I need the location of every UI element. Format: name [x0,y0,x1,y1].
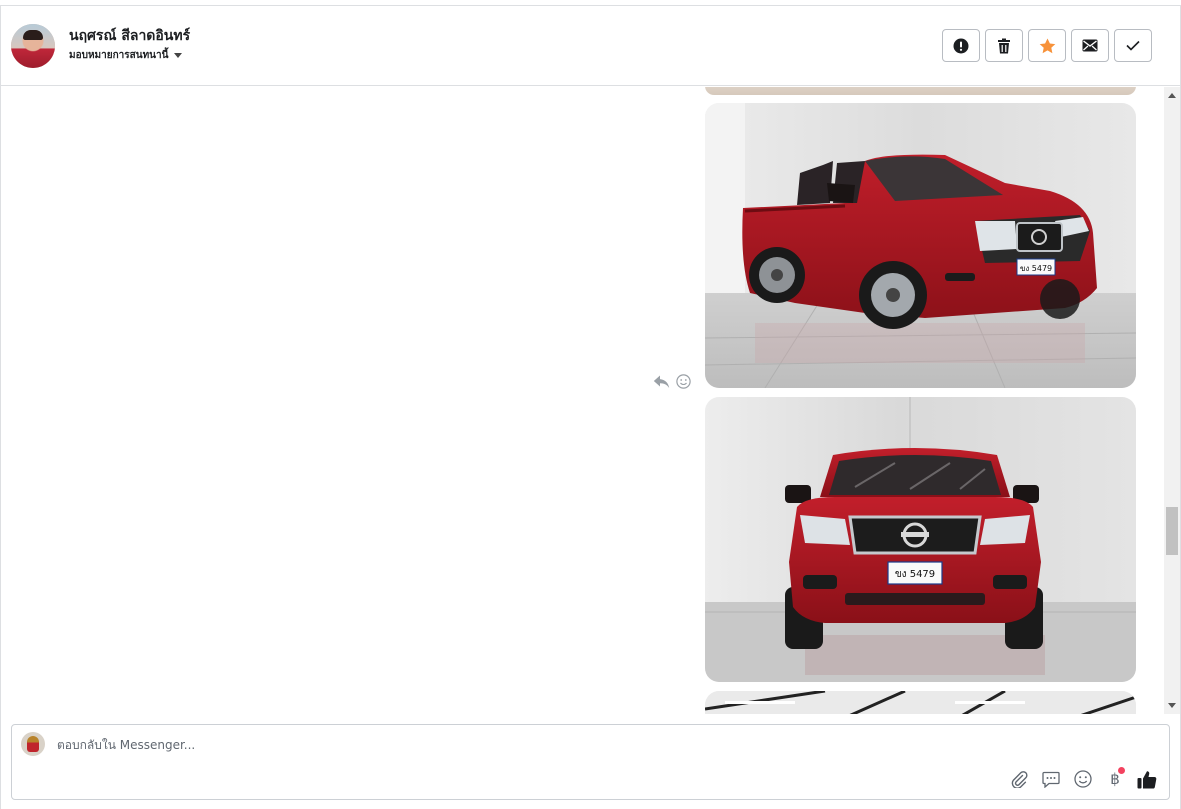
mark-unread-button[interactable] [1071,29,1109,62]
message-image-partial[interactable] [705,87,1136,95]
attach-button[interactable] [1008,768,1030,790]
assign-label: มอบหมายการสนทนานี้ [69,50,169,61]
message-image-truck-side[interactable]: ขง 5479 [705,103,1136,388]
reply-icon[interactable] [653,375,670,389]
conversation-panel: นฤศรณ์ สีลาดอินทร์ มอบหมายการสนทนานี้ ขง… [0,5,1181,809]
mark-spam-button[interactable] [942,29,980,62]
emoji-reaction-icon[interactable] [676,374,691,389]
reply-composer: ฿ [11,724,1170,800]
thread-scrollbar[interactable] [1164,87,1180,714]
truck-photo: ขง 5479 [705,397,1136,682]
truck-photo: ขง 5479 [705,103,1136,388]
svg-text:ขง 5479: ขง 5479 [895,569,935,580]
message-image-partial[interactable] [705,691,1136,714]
emoji-icon [1074,770,1092,788]
composer-tools: ฿ [1008,767,1158,790]
contact-avatar[interactable] [11,24,55,68]
scroll-up-arrow-icon[interactable] [1168,93,1176,98]
contact-name[interactable]: นฤศรณ์ สีลาดอินทร์ [69,25,190,47]
payment-button[interactable]: ฿ [1104,767,1126,790]
paperclip-icon [1011,771,1028,788]
scrollbar-thumb[interactable] [1166,507,1178,555]
thumbs-up-icon [1137,770,1157,788]
caret-down-icon [174,53,183,58]
saved-reply-icon [1042,771,1060,788]
check-icon [1126,40,1140,51]
envelope-icon [1082,39,1098,52]
send-like-button[interactable] [1136,768,1158,790]
emoji-button[interactable] [1072,768,1094,790]
trash-icon [998,38,1010,53]
page-avatar [21,732,45,756]
assign-conversation-dropdown[interactable]: มอบหมายการสนทนานี้ [69,48,183,63]
delete-button[interactable] [985,29,1023,62]
header-actions [942,29,1152,62]
star-icon [1039,38,1055,53]
conversation-header: นฤศรณ์ สีลาดอินทร์ มอบหมายการสนทนานี้ [1,6,1180,86]
reply-input[interactable] [57,738,957,752]
message-thread[interactable]: ขง 5479 ขง 5479 [1,87,1164,714]
alert-circle-icon [953,38,969,53]
saved-reply-button[interactable] [1040,768,1062,790]
mark-done-button[interactable] [1114,29,1152,62]
svg-text:ขง 5479: ขง 5479 [1020,264,1052,273]
star-button[interactable] [1028,29,1066,62]
notification-dot [1118,767,1125,774]
scroll-down-arrow-icon[interactable] [1168,703,1176,708]
garage-ceiling-photo [705,691,1136,714]
message-tools [653,374,691,389]
message-image-truck-front[interactable]: ขง 5479 [705,397,1136,682]
